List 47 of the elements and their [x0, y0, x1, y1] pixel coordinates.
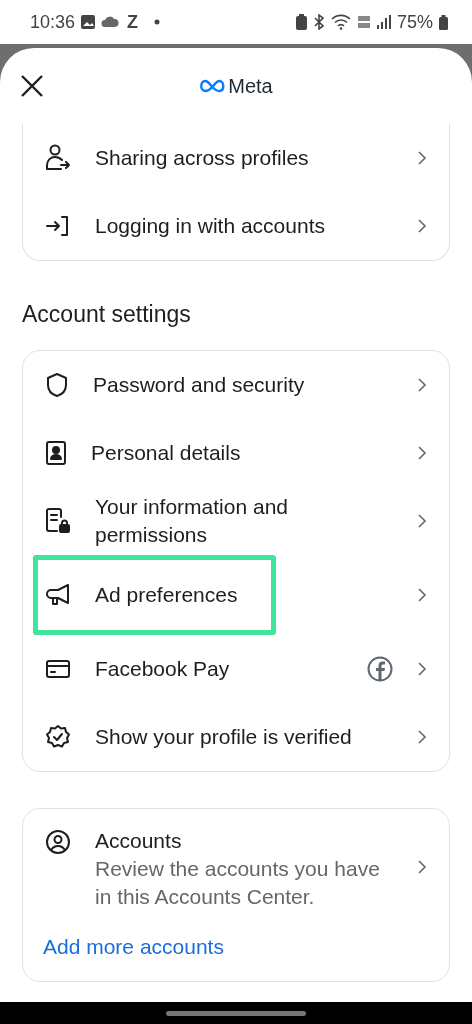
log-in-icon [45, 214, 71, 238]
person-share-icon [45, 144, 71, 172]
facebook-icon [367, 656, 393, 682]
verified-badge-icon [45, 724, 71, 750]
settings-item[interactable]: Logging in with accounts [23, 192, 449, 260]
wifi-icon [330, 14, 351, 30]
chevron-right-icon [417, 729, 427, 745]
signal-icon [376, 15, 391, 29]
settings-item[interactable]: Password and security [23, 351, 449, 419]
settings-item[interactable]: Your information and permissions [23, 487, 449, 555]
shield-icon [45, 372, 69, 398]
accounts-item[interactable]: Accounts Review the accounts you have in this Accounts Center. [23, 809, 449, 911]
status-time: 10:36 [30, 11, 76, 33]
battery-percent: 75% [396, 11, 433, 33]
megaphone-icon [45, 582, 71, 608]
chevron-right-icon [417, 218, 427, 234]
home-handle[interactable] [166, 1010, 306, 1016]
image-icon [81, 15, 96, 29]
bluetooth-icon [312, 14, 325, 30]
chevron-right-icon [417, 661, 427, 677]
settings-item[interactable]: Sharing across profiles [23, 124, 449, 192]
settings-item[interactable]: Show your profile is verified [23, 703, 449, 771]
id-card-icon [45, 440, 67, 466]
person-circle-icon [45, 829, 71, 855]
battery-icon [439, 14, 448, 30]
battery-saver-icon [295, 14, 307, 30]
settings-item[interactable]: Facebook Pay [23, 635, 449, 703]
chevron-right-icon [417, 445, 427, 461]
meta-logo-text: Meta [228, 74, 273, 98]
volte-icon [356, 14, 371, 30]
card-icon [45, 658, 71, 680]
settings-item[interactable]: Personal details [23, 419, 449, 487]
document-lock-icon [45, 507, 71, 535]
section-heading: Account settings [22, 301, 192, 328]
cloud-icon [101, 16, 120, 28]
chevron-right-icon [417, 377, 427, 393]
accounts-description: Review the accounts you have in this Accounts Center. [95, 856, 381, 910]
notification-letter: Z [127, 11, 139, 33]
chevron-right-icon [417, 513, 427, 529]
dot-icon [154, 19, 161, 25]
infinity-logo-icon [199, 79, 226, 93]
accounts-title: Accounts [95, 828, 183, 854]
chevron-right-icon [417, 150, 427, 166]
chevron-right-icon [417, 587, 427, 603]
add-accounts-link[interactable]: Add more accounts [23, 911, 244, 981]
chevron-right-icon [417, 859, 427, 875]
settings-item[interactable]: Ad preferences [23, 555, 449, 635]
